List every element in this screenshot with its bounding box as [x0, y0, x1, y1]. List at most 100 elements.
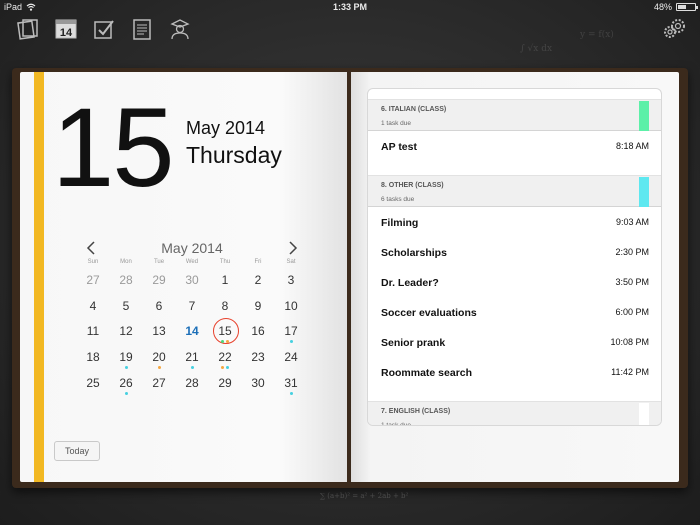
- task-row[interactable]: Soccer evaluations 6:00 PM: [368, 299, 661, 329]
- previous-month-icon[interactable]: [84, 240, 100, 256]
- calendar-day[interactable]: 28: [111, 271, 141, 291]
- calendar-day-number: 12: [119, 324, 133, 338]
- calendar-day-number: 3: [287, 273, 295, 287]
- calendar-day[interactable]: 20: [144, 348, 174, 369]
- calendar-day[interactable]: 18: [78, 348, 108, 368]
- calendar-day[interactable]: 5: [111, 297, 141, 317]
- calendar-day-number: 30: [185, 273, 199, 287]
- calendar-day[interactable]: 29: [210, 374, 240, 394]
- teacher-icon: [170, 19, 190, 40]
- event-dots: [144, 366, 174, 369]
- event-dot: [221, 366, 224, 369]
- task-due-time: 11:42 PM: [611, 367, 649, 377]
- teachers-button[interactable]: [166, 16, 194, 42]
- class-section-header[interactable]: 6. ITALIAN (CLASS) 1 task due: [368, 99, 661, 131]
- notes-icon: [133, 19, 151, 40]
- today-button[interactable]: Today: [54, 441, 100, 461]
- calendar-day[interactable]: 25: [78, 374, 108, 394]
- notebooks-button[interactable]: [14, 16, 42, 42]
- calendar-day[interactable]: 16: [243, 322, 273, 342]
- calendar-day-number: 26: [119, 376, 133, 390]
- calendar-day-number: 10: [284, 299, 298, 313]
- status-bar: iPad 1:33 PM 48%: [0, 0, 700, 14]
- task-row[interactable]: Roommate search 11:42 PM: [368, 359, 661, 389]
- calendar-day[interactable]: 10: [276, 297, 306, 317]
- calendar-day[interactable]: 22: [210, 348, 240, 369]
- calendar-day[interactable]: 3: [276, 271, 306, 291]
- task-row[interactable]: AP test 8:18 AM: [368, 133, 661, 163]
- calendar-day[interactable]: 27: [78, 271, 108, 291]
- calendar-day-number: 2: [254, 273, 262, 287]
- calendar-day[interactable]: 7: [177, 297, 207, 317]
- task-row[interactable]: Senior prank 10:08 PM: [368, 329, 661, 359]
- calendar-day-number: 28: [185, 376, 199, 390]
- calendar-day[interactable]: 21: [177, 348, 207, 369]
- calendar-icon: 14: [55, 19, 77, 39]
- class-section-title: 7. ENGLISH (CLASS): [381, 408, 451, 415]
- calendar-day[interactable]: 26: [111, 374, 141, 395]
- calendar-day[interactable]: 24: [276, 348, 306, 368]
- calendar-day[interactable]: 28: [177, 374, 207, 394]
- calendar-day[interactable]: 13: [144, 322, 174, 342]
- calendar-day[interactable]: 9: [243, 297, 273, 317]
- calendar-day[interactable]: 27: [144, 374, 174, 394]
- calendar-day[interactable]: 17: [276, 322, 306, 343]
- calendar-day-number: 13: [152, 324, 166, 338]
- task-due-time: 8:18 AM: [615, 141, 649, 151]
- class-color-tab: [639, 403, 649, 425]
- event-dot: [226, 366, 229, 369]
- class-color-tab: [639, 101, 649, 131]
- task-name: Filming: [381, 217, 419, 229]
- calendar-day[interactable]: 6: [144, 297, 174, 317]
- calendar-day[interactable]: 29: [144, 271, 174, 291]
- event-dots: [177, 366, 207, 369]
- battery-icon: [676, 3, 698, 11]
- calendar-day[interactable]: 19: [111, 348, 141, 369]
- task-due-time: 9:03 AM: [615, 217, 649, 227]
- event-dot: [124, 392, 128, 395]
- task-name: AP test: [381, 141, 417, 153]
- task-name: Senior prank: [381, 337, 446, 349]
- task-list-panel[interactable]: 6. ITALIAN (CLASS) 1 task due AP test 8:18 …: [367, 88, 662, 426]
- calendar-day[interactable]: 8: [210, 297, 240, 317]
- event-dot: [157, 366, 161, 369]
- calendar-day[interactable]: 12: [111, 322, 141, 342]
- calendar-day[interactable]: 1: [210, 271, 240, 291]
- class-section-header[interactable]: 8. OTHER (CLASS) 6 tasks due: [368, 175, 661, 207]
- calendar-day[interactable]: 23: [243, 348, 273, 368]
- calendar-day[interactable]: 11: [78, 322, 108, 342]
- task-row[interactable]: Scholarships 2:30 PM: [368, 239, 661, 269]
- calendar-day[interactable]: 14: [177, 322, 207, 342]
- calendar-day[interactable]: 15: [210, 318, 240, 344]
- event-dots: [276, 392, 306, 395]
- selected-weekday: Thursday: [186, 142, 282, 168]
- status-right: 48%: [654, 2, 698, 12]
- calendar-day[interactable]: 30: [177, 271, 207, 291]
- event-dot: [124, 366, 128, 369]
- next-month-icon[interactable]: [284, 240, 300, 256]
- calendar-day-number: 25: [86, 376, 100, 390]
- calendar-day[interactable]: 4: [78, 297, 108, 317]
- chalk-scribble: ∫ √x dx: [520, 44, 553, 54]
- notes-button[interactable]: [128, 16, 156, 42]
- class-section-header[interactable]: 7. ENGLISH (CLASS) 1 task due: [368, 401, 661, 425]
- event-dot: [226, 340, 229, 343]
- calendar-day[interactable]: 2: [243, 271, 273, 291]
- class-color-tab: [639, 177, 649, 207]
- calendar-button[interactable]: 14: [52, 16, 80, 42]
- calendar-day-number: 8: [221, 299, 229, 313]
- task-name: Soccer evaluations: [381, 307, 477, 319]
- battery-fill: [678, 5, 686, 9]
- calendar-day-number: 18: [86, 350, 100, 364]
- task-row[interactable]: Filming 9:03 AM: [368, 209, 661, 239]
- event-dots: [210, 340, 240, 343]
- settings-button[interactable]: [660, 16, 688, 42]
- tasks-button[interactable]: [90, 16, 118, 42]
- task-due-time: 6:00 PM: [615, 307, 649, 317]
- calendar-day-number: 29: [152, 273, 166, 287]
- calendar-day[interactable]: 30: [243, 374, 273, 394]
- weekday-label: Fri: [254, 259, 262, 265]
- calendar-day-number: 24: [284, 350, 298, 364]
- calendar-day[interactable]: 31: [276, 374, 306, 395]
- task-row[interactable]: Dr. Leader? 3:50 PM: [368, 269, 661, 299]
